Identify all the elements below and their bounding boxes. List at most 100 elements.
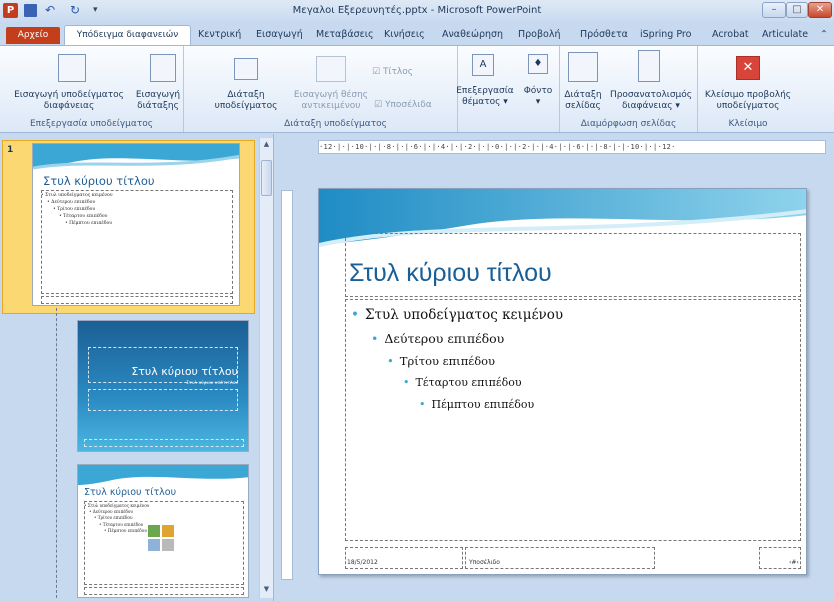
wave-decoration <box>78 465 248 485</box>
tab-animations[interactable]: Κινήσεις <box>384 29 425 40</box>
insert-placeholder-label2: αντικειμένου <box>301 101 361 111</box>
tab-review[interactable]: Αναθεώρηση <box>442 29 503 40</box>
bullet-text: Δεύτερου επιπέδου <box>384 331 505 346</box>
page-setup-button[interactable]: Διάταξη σελίδας <box>560 90 606 112</box>
tab-insert[interactable]: Εισαγωγή <box>256 29 303 40</box>
edit-theme-button[interactable]: Επεξεργασία θέματος ▾ <box>454 86 516 108</box>
background-label: Φόντο <box>523 86 553 96</box>
title-bar: Μεγαλοι Εξερευνητές.pptx - Microsoft Pow… <box>0 0 834 22</box>
thumb1-title: Στυλ κύριου τίτλου <box>43 174 155 188</box>
title-checkbox-label: Τίτλος <box>382 67 414 77</box>
tab-transitions[interactable]: Μεταβάσεις <box>316 29 374 40</box>
footer-text: Υποσέλιδο <box>469 559 500 566</box>
insert-slide-master-icon[interactable] <box>58 54 86 82</box>
scroll-up-icon[interactable]: ▲ <box>261 140 272 151</box>
insert-slide-master-label2: διαφάνειας <box>43 101 95 111</box>
ribbon-tabs: Αρχείο Υπόδειγμα διαφανειών Κεντρική Εισ… <box>0 24 834 47</box>
thumb2-title: Στυλ κύριου τίτλου <box>131 365 238 378</box>
thumb2-subtitle-placeholder <box>88 389 238 411</box>
close-master-label2: υποδείγματος <box>716 101 780 111</box>
thumb3-title: Στυλ κύριου τίτλου <box>84 487 177 498</box>
thumbnail-scrollbar[interactable]: ▲ ▼ <box>259 138 273 598</box>
bullet-text: Στυλ υποδείγματος κειμένου <box>364 307 564 323</box>
bullet-level-5: • Πέμπτου επιπέδου <box>419 398 534 411</box>
insert-placeholder-button[interactable]: Εισαγωγή θέσης αντικειμένου <box>286 90 376 112</box>
themes-icon[interactable]: A <box>472 54 494 76</box>
background-icon[interactable]: ♦ <box>528 54 548 74</box>
ribbon: Εισαγωγή υποδείγματος διαφάνειας Εισαγωγ… <box>0 45 834 133</box>
master-layout-icon[interactable] <box>234 58 258 80</box>
layout-connector <box>56 308 57 598</box>
insert-slide-master-label: Εισαγωγή υποδείγματος <box>14 90 124 100</box>
thumbnail-content-layout[interactable]: Στυλ κύριου τίτλου • Στυλ υποδείγματος κ… <box>77 464 249 598</box>
thumb3-body-placeholder <box>84 501 244 585</box>
tab-addins[interactable]: Πρόσθετα <box>580 29 628 40</box>
vertical-ruler[interactable] <box>281 190 293 580</box>
slide-title: Στυλ κύριου τίτλου <box>349 259 552 287</box>
insert-placeholder-icon[interactable] <box>316 56 346 82</box>
scroll-down-icon[interactable]: ▼ <box>261 585 272 596</box>
tab-home[interactable]: Κεντρική <box>198 29 241 40</box>
tab-slide-master[interactable]: Υπόδειγμα διαφανειών <box>64 25 191 47</box>
insert-placeholder-label: Εισαγωγή θέσης <box>293 90 369 100</box>
group-label: Επεξεργασία υποδείγματος <box>29 119 154 129</box>
group-master-layout: Διάταξη υποδείγματος Εισαγωγή θέσης αντι… <box>214 46 458 132</box>
customize-qat-icon[interactable]: ▾ <box>93 3 103 18</box>
close-master-view-button[interactable]: Κλείσιμο προβολής υποδείγματος <box>698 90 798 112</box>
tab-articulate[interactable]: Articulate <box>762 29 808 40</box>
bullet-level-4: • Τέταρτου επιπέδου <box>403 376 522 389</box>
orientation-label2: διαφάνειας <box>622 101 673 111</box>
orientation-icon[interactable] <box>638 50 660 82</box>
thumb2-footer <box>84 439 244 447</box>
bullet-text: Τρίτου επιπέδου <box>399 354 496 368</box>
bullet-icon: • <box>419 398 426 411</box>
wave-decoration <box>33 144 239 170</box>
close-master-icon[interactable]: ✕ <box>736 56 760 80</box>
orientation-label: Προσανατολισμός <box>609 90 693 100</box>
title-checkbox[interactable]: ☑ Τίτλος <box>372 67 432 78</box>
thumbnail-master[interactable]: Στυλ κύριου τίτλου • Στυλ υποδείγματος κ… <box>32 143 240 306</box>
thumb1-footer-placeholder <box>41 296 233 304</box>
group-label: Κλείσιμο <box>728 119 768 129</box>
minimize-button[interactable]: – <box>762 2 786 18</box>
ribbon-minimize-icon[interactable]: ⌃ <box>820 29 828 40</box>
group-close: ✕ Κλείσιμο προβολής υποδείγματος Κλείσιμ… <box>698 46 798 132</box>
horizontal-ruler[interactable]: ·12·|·|·10·|·|·8·|·|·6·|·|·4·|·|·2·|·|·0… <box>318 140 826 154</box>
orientation-button[interactable]: Προσανατολισμός διαφάνειας ▾ <box>604 90 698 112</box>
bullet-icon: • <box>387 354 394 368</box>
tab-ispring[interactable]: iSpring Pro <box>640 29 691 40</box>
group-page-setup: Διάταξη σελίδας Προσανατολισμός διαφάνει… <box>560 46 698 132</box>
insert-layout-icon[interactable] <box>150 54 176 82</box>
window-title: Μεγαλοι Εξερευνητές.pptx - Microsoft Pow… <box>292 5 542 16</box>
thumbnail-title-layout[interactable]: Στυλ κύριου τίτλου Στυλ κύριου υπότιτλου <box>77 320 249 452</box>
thumb3-footer <box>84 587 244 595</box>
bullet-text: Τέταρτου επιπέδου <box>415 376 522 389</box>
scroll-thumb[interactable] <box>261 160 272 196</box>
master-layout-button[interactable]: Διάταξη υποδείγματος <box>214 90 278 112</box>
page-setup-icon[interactable] <box>568 52 598 82</box>
bullet-level-2: • Δεύτερου επιπέδου <box>371 331 504 346</box>
save-icon[interactable] <box>24 4 37 17</box>
slide-number: 1 <box>7 145 14 155</box>
bullet-level-3: • Τρίτου επιπέδου <box>387 354 495 368</box>
background-button[interactable]: Φόντο ▾ <box>516 86 560 108</box>
group-edit-master: Εισαγωγή υποδείγματος διαφάνειας Εισαγωγ… <box>0 46 184 132</box>
footer-number: ‹#› <box>789 559 799 566</box>
group-label: Διάταξη υποδείγματος <box>284 119 387 129</box>
tab-view[interactable]: Προβολή <box>518 29 561 40</box>
group-label: Διαμόρφωση σελίδας <box>580 119 677 129</box>
powerpoint-app-icon[interactable]: P <box>3 3 18 18</box>
maximize-button[interactable]: □ <box>786 2 808 18</box>
tab-acrobat[interactable]: Acrobat <box>712 29 749 40</box>
close-button[interactable]: ✕ <box>808 2 832 18</box>
insert-layout-button[interactable]: Εισαγωγή διάταξης <box>130 90 186 112</box>
redo-icon[interactable]: ↻ <box>70 3 86 18</box>
insert-slide-master-button[interactable]: Εισαγωγή υποδείγματος διαφάνειας <box>4 90 134 112</box>
group-edit-theme: A Επεξεργασία θέματος ▾ ♦ Φόντο ▾ <box>456 46 560 132</box>
undo-icon[interactable]: ↶ <box>45 3 61 18</box>
tab-file[interactable]: Αρχείο <box>6 27 60 44</box>
bullet-text: Πέμπτου επιπέδου <box>431 398 535 411</box>
footers-checkbox[interactable]: ☑ Υποσέλιδα <box>374 100 454 111</box>
bullet-icon: • <box>351 307 359 323</box>
slide-master-canvas[interactable]: Στυλ κύριου τίτλου • Στυλ υποδείγματος κε… <box>318 188 807 575</box>
